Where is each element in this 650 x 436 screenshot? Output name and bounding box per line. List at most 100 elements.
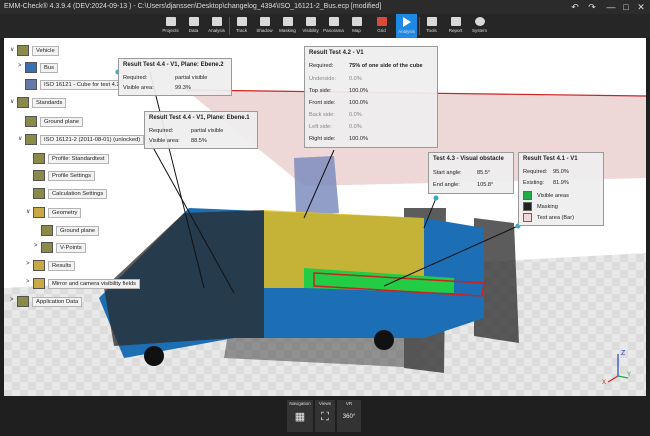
popup-row-value: 105.8° [477, 182, 494, 188]
popup-row-value: 81.9% [553, 180, 569, 186]
3d-viewport[interactable]: ∨ Vehicle > Bus ISO 16121 - Cube for test … [4, 38, 646, 396]
ribbon-button-visibility[interactable]: Visibility [300, 14, 321, 38]
vr-360-icon[interactable]: 360° [339, 410, 359, 424]
tree-item-label: Standards [32, 98, 67, 108]
result-popup-test44-ebene2[interactable]: Result Test 4.4 - V1, Plane: Ebene.2 Req… [118, 58, 232, 96]
ground-plane-icon [25, 116, 37, 127]
ribbon-button-analysis-data[interactable]: Analysis [206, 14, 227, 38]
fullscreen-icon[interactable]: ⛶ [318, 410, 332, 424]
ribbon-label: System [471, 28, 487, 33]
tree-item-label: Vehicle [32, 46, 59, 56]
ribbon-button-map[interactable]: Map [346, 14, 367, 38]
popup-row-key: Front side: [309, 100, 336, 106]
ribbon-button-report[interactable]: Report [445, 14, 466, 38]
popup-row: Required: partial visible [123, 75, 207, 81]
bus-wheel [374, 330, 394, 350]
legend-label: Test area (Bar) [537, 214, 574, 221]
report-icon [450, 17, 461, 26]
tree-item-label: V-Points [56, 243, 86, 253]
popup-row-key: Back side: [309, 112, 335, 118]
tree-expander[interactable]: ∨ [18, 135, 22, 142]
redo-icon[interactable]: ↷ [585, 1, 599, 13]
bus-windows [104, 210, 264, 346]
ribbon-label: Grid [377, 28, 386, 33]
tree-expander[interactable]: > [18, 63, 22, 69]
legend-swatch [523, 202, 532, 211]
data-icon [188, 17, 199, 26]
undo-icon[interactable]: ↶ [568, 1, 582, 13]
tree-expander[interactable]: > [26, 261, 30, 267]
ribbon-button-panorama[interactable]: Panorama [323, 14, 344, 38]
ribbon-button-shadow[interactable]: Shadow [254, 14, 275, 38]
popup-row-value: 75% of one side of the cube [349, 63, 423, 69]
minimize-button[interactable]: — [604, 1, 618, 13]
popup-row-key: Visible area: [123, 85, 154, 91]
window-title: EMM-Check® 4.3.9.4 (DEV:2024-09-13 ) - C… [4, 3, 382, 10]
masking-icon [282, 17, 293, 26]
gear-icon [474, 17, 485, 26]
close-button[interactable]: ✕ [634, 1, 648, 13]
ribbon-button-system[interactable]: System [469, 14, 490, 38]
popup-row-key: Left side: [309, 124, 332, 130]
tree-expander[interactable]: > [10, 297, 14, 303]
popup-row: Right side: 100.0% [309, 136, 368, 142]
tree-expander[interactable]: > [34, 243, 38, 249]
popup-row-key: Right side: [309, 136, 336, 142]
ribbon-label: Visibility [302, 28, 319, 33]
navigation-grid-icon[interactable]: ▦ [293, 410, 307, 424]
popup-row-value: 100.0% [349, 100, 368, 106]
vr-label: VR [345, 401, 353, 406]
tree-item-label: Profile Settings [48, 171, 95, 181]
popup-row-value: 88.5% [191, 138, 207, 144]
popup-row: Underside: 0.0% [309, 76, 362, 82]
tree-item-label: Calculation Settings [48, 189, 108, 199]
popup-row: Required: partial visible [149, 128, 223, 134]
tree-expander[interactable]: ∨ [10, 46, 14, 53]
ribbon-label: Projects [162, 28, 179, 33]
popup-row-value: 0.0% [349, 124, 362, 130]
tree-expander[interactable]: ∨ [26, 208, 30, 215]
result-popup-test44-ebene1[interactable]: Result Test 4.4 - V1, Plane: Ebene.1 Req… [144, 111, 258, 149]
standards-icon [17, 97, 29, 108]
shadow-icon [259, 17, 270, 26]
popup-row-value: 100.0% [349, 88, 368, 94]
popup-title: Result Test 4.4 - V1, Plane: Ebene.2 [123, 62, 224, 68]
ribbon-button-projects[interactable]: Projects [160, 14, 181, 38]
ribbon-label: Data [188, 28, 199, 33]
ribbon-button-track[interactable]: Track [231, 14, 252, 38]
popup-row: Front side: 100.0% [309, 100, 368, 106]
ribbon-button-data[interactable]: Data [183, 14, 204, 38]
ribbon-separator [419, 17, 420, 35]
profile-icon [33, 153, 45, 164]
profile-settings-icon [33, 170, 45, 181]
bus-icon [25, 62, 37, 73]
folder-icon [33, 260, 45, 271]
ribbon-button-grid[interactable]: Grid [371, 14, 392, 38]
popup-row: Required: 95.0% [523, 169, 569, 175]
tree-expander[interactable]: > [26, 279, 30, 285]
popup-title: Result Test 4.1 - V1 [523, 156, 578, 162]
ground-plane-icon [41, 225, 53, 236]
popup-row: Back side: 0.0% [309, 112, 362, 118]
maximize-button[interactable]: □ [619, 1, 633, 13]
tree-item-label: Bus [40, 63, 58, 73]
folder-icon [33, 278, 45, 289]
ribbon-label: Track [235, 28, 248, 33]
ribbon-button-tools[interactable]: Tools [421, 14, 442, 38]
result-popup-test41[interactable]: Result Test 4.1 - V1 Required: 95.0% Exis… [518, 152, 604, 226]
ribbon-label: Tools [426, 28, 437, 33]
result-popup-test42[interactable]: Result Test 4.2 - V1 Required: 75% of one… [304, 46, 438, 148]
ribbon-button-analysis[interactable]: Analysis [396, 14, 417, 38]
folder-icon [33, 207, 45, 218]
tree-item-label: Profile: Standardtest [48, 154, 109, 164]
panorama-icon [328, 17, 339, 26]
projects-icon [165, 17, 176, 26]
ribbon-button-masking[interactable]: Masking [277, 14, 298, 38]
views-group: Views ⛶ [315, 400, 335, 432]
tree-expander[interactable]: ∨ [10, 98, 14, 105]
popup-row-key: Start angle: [433, 170, 462, 176]
visibility-icon [305, 17, 316, 26]
result-popup-test43[interactable]: Test 4.3 - Visual obstacle Start angle: 8… [428, 152, 514, 194]
popup-row-key: Required: [123, 75, 148, 81]
tree-item-label: Geometry [48, 208, 82, 218]
